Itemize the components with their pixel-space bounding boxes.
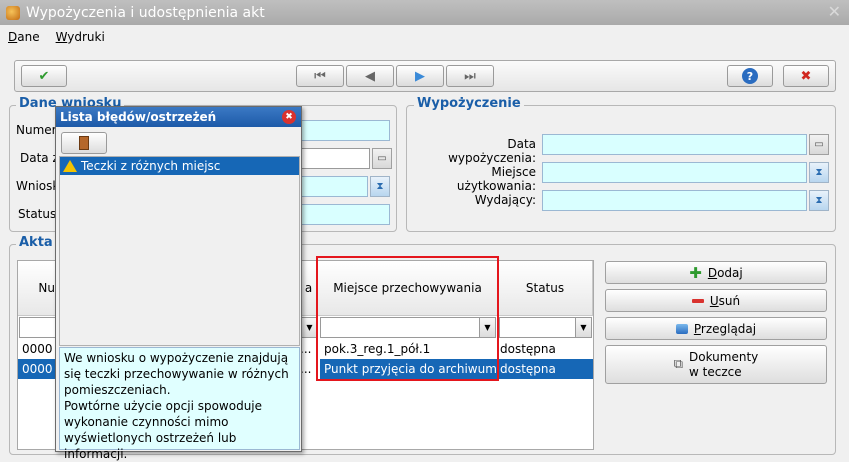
data-wypozyczenia-label: Data wypożyczenia: <box>448 137 536 165</box>
dokumenty-w-teczce-button[interactable]: ⧉ Dokumenty w teczce <box>605 345 827 384</box>
row2-miejsce[interactable]: Punkt przyjęcia do archiwum <box>320 359 498 379</box>
app-icon <box>6 5 20 20</box>
window-title: Wypożyczenia i udostępnienia akt <box>26 4 265 21</box>
col-header-status[interactable]: Status <box>498 261 593 316</box>
hourglass-icon: ⧗ <box>815 195 823 206</box>
col-header-partial[interactable]: a <box>300 261 318 316</box>
data-wypozyczenia-field[interactable] <box>542 134 807 155</box>
status-field[interactable] <box>300 204 390 225</box>
warning-message: We wniosku o wypożyczenie znajdują się t… <box>59 347 300 461</box>
next-icon: ▶ <box>415 68 425 84</box>
row1-miejsce[interactable]: pok.3_reg.1_pół.1 <box>320 339 498 359</box>
popup-title: Lista błędów/ostrzeżeń ✖ <box>56 107 301 127</box>
row1-numer[interactable]: 0000 <box>18 339 58 359</box>
filter-numer[interactable] <box>19 317 57 338</box>
numer-field[interactable] <box>300 120 390 141</box>
view-icon <box>675 323 688 334</box>
wniosk-label: Wniosk <box>16 179 60 193</box>
menubar: Dane Wydruki <box>0 25 849 48</box>
plus-icon: ✚ <box>689 263 702 282</box>
row2-numer[interactable]: 0000 <box>18 359 58 379</box>
wypozyczenie-title: Wypożyczenie <box>414 96 524 111</box>
check-icon: ✔ <box>38 68 50 84</box>
row2-partial[interactable]: ... <box>300 359 318 379</box>
data-label: Data z <box>20 151 59 165</box>
dodaj-button[interactable]: ✚ Dodaj <box>605 261 827 284</box>
next-record-button[interactable]: ▶ <box>396 65 444 87</box>
hourglass-icon: ⧗ <box>815 167 823 178</box>
window-titlebar: Wypożyczenia i udostępnienia akt ✕ <box>0 0 849 25</box>
errors-popup: Lista błędów/ostrzeżeń ✖ Teczki z różnyc… <box>55 106 302 461</box>
miejsce-select-button[interactable]: ⧗ <box>809 162 829 183</box>
prev-record-button[interactable]: ◀ <box>346 65 394 87</box>
popup-exit-button[interactable] <box>61 132 107 154</box>
wydajacy-select-button[interactable]: ⧗ <box>809 190 829 211</box>
calendar-icon: ▭ <box>377 153 387 164</box>
menu-dane[interactable]: Dane <box>8 30 40 44</box>
akta-title: Akta <box>16 235 56 250</box>
col-header-miejsce[interactable]: Miejsce przechowywania <box>318 261 498 316</box>
chevron-down-icon[interactable]: ▼ <box>301 318 317 337</box>
calendar-icon: ▭ <box>814 139 824 150</box>
status-label: Status <box>18 207 57 221</box>
miejsce-uzytkowania-label: Miejsce użytkowania: <box>456 165 536 193</box>
help-button[interactable]: ? <box>727 65 773 87</box>
usun-button[interactable]: Usuń <box>605 289 827 312</box>
last-record-button[interactable]: ⏭ <box>446 65 494 87</box>
row1-partial[interactable]: ... <box>300 339 318 359</box>
wydajacy-label: Wydający: <box>474 193 536 207</box>
first-icon: ⏮ <box>314 68 326 84</box>
first-record-button[interactable]: ⏮ <box>296 65 344 87</box>
filter-status[interactable]: ▼ <box>499 317 592 338</box>
data-wypozyczenia-calendar-button[interactable]: ▭ <box>809 134 829 155</box>
chevron-down-icon[interactable]: ▼ <box>479 318 495 337</box>
cancel-button[interactable]: ✖ <box>783 65 829 87</box>
wniosek-select-button[interactable]: ⧗ <box>370 176 390 197</box>
wydajacy-field[interactable] <box>542 190 807 211</box>
help-icon: ? <box>742 68 758 84</box>
window-close-icon[interactable]: ✕ <box>828 2 841 21</box>
filter-miejsce[interactable]: ▼ <box>320 317 496 338</box>
row2-status[interactable]: dostępna <box>498 359 593 379</box>
prev-icon: ◀ <box>365 68 375 84</box>
warning-icon <box>63 160 77 172</box>
warnings-list: Teczki z różnych miejsc <box>59 156 300 346</box>
hourglass-icon: ⧗ <box>376 181 384 192</box>
door-icon <box>79 136 89 150</box>
menu-wydruki[interactable]: Wydruki <box>56 30 105 44</box>
przegladaj-button[interactable]: Przeglądaj <box>605 317 827 340</box>
warning-list-item[interactable]: Teczki z różnych miejsc <box>60 157 299 175</box>
documents-icon: ⧉ <box>673 357 684 372</box>
calendar-button[interactable]: ▭ <box>372 148 392 169</box>
row1-status[interactable]: dostępna <box>498 339 593 359</box>
miejsce-uzytkowania-field[interactable] <box>542 162 807 183</box>
filter-partial[interactable]: ▼ <box>300 317 318 338</box>
popup-close-icon[interactable]: ✖ <box>282 110 296 124</box>
main-toolbar: ✔ ⏮ ◀ ▶ ⏭ ? ✖ <box>14 60 836 92</box>
minus-icon <box>691 298 704 303</box>
cancel-icon: ✖ <box>800 68 812 84</box>
data-field[interactable] <box>300 148 370 169</box>
numer-label: Numer <box>16 123 57 137</box>
wniosek-field[interactable] <box>300 176 368 197</box>
last-icon: ⏭ <box>464 68 476 84</box>
col-header-numer[interactable]: Nu <box>18 261 58 316</box>
chevron-down-icon[interactable]: ▼ <box>575 318 591 337</box>
confirm-button[interactable]: ✔ <box>21 65 67 87</box>
